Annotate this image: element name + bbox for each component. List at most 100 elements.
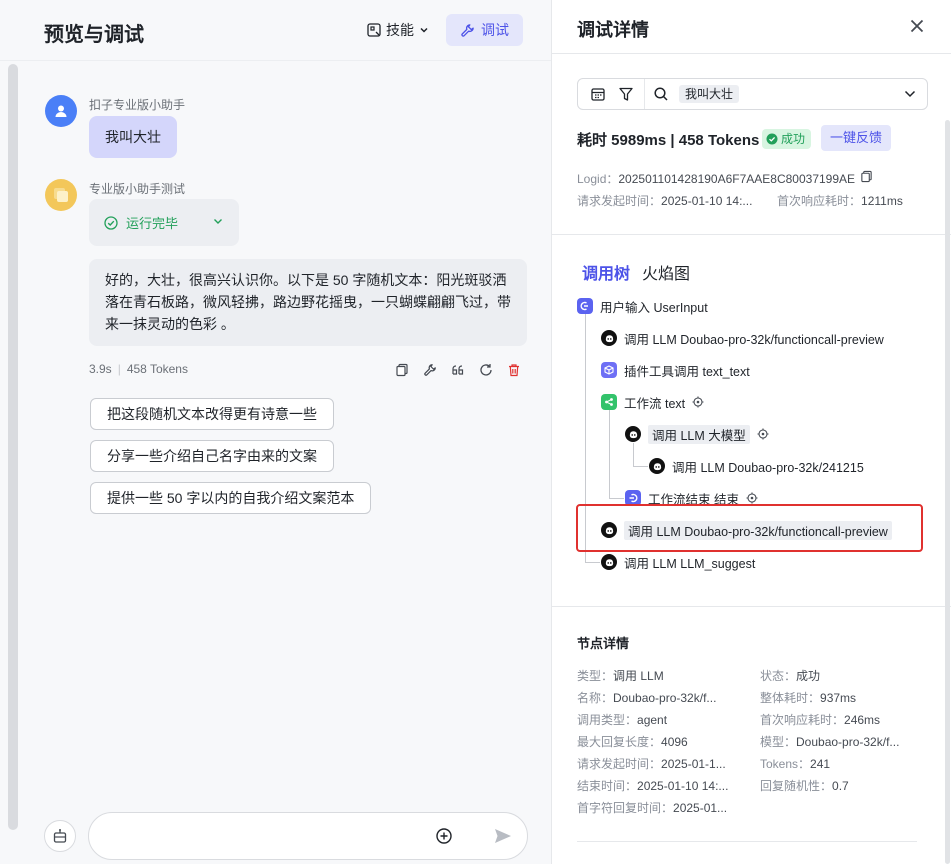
tree-connector <box>633 443 634 467</box>
quote-icon[interactable] <box>450 362 466 378</box>
status-badge: 成功 <box>762 129 812 149</box>
kv-first-response: 首次响应耗时：246ms <box>760 711 880 728</box>
suggestion-button[interactable]: 提供一些 50 字以内的自我介绍文案范本 <box>90 482 372 514</box>
user-icon <box>55 105 67 117</box>
detail-divider <box>577 841 917 842</box>
search-tag[interactable]: 我叫大壮 <box>679 85 740 103</box>
filter-icon[interactable] <box>618 86 634 102</box>
kv-value: 4096 <box>661 735 688 749</box>
meta-separator: | <box>117 362 121 376</box>
copy-icon[interactable] <box>860 170 873 183</box>
kv-randomness: 回复随机性：0.7 <box>760 777 849 794</box>
plugin-icon <box>601 362 617 378</box>
kv-status: 状态：成功 <box>760 667 820 684</box>
locate-icon[interactable] <box>692 396 704 408</box>
kv-value: 成功 <box>796 669 821 683</box>
tree-node[interactable]: 调用 LLM Doubao-pro-32k/functioncall-previ… <box>601 328 884 348</box>
bot-menu-button[interactable] <box>44 820 76 852</box>
locate-icon[interactable] <box>757 428 769 440</box>
tree-divider <box>552 606 951 607</box>
answer-meta: 3.9s | 458 Tokens <box>89 362 188 376</box>
locate-icon[interactable] <box>746 492 758 504</box>
copy-icon[interactable] <box>394 362 410 378</box>
check-circle-icon <box>104 215 118 230</box>
chevron-down-icon <box>420 27 428 33</box>
calendar-icon[interactable] <box>590 86 606 102</box>
answer-tokens: 458 Tokens <box>126 362 188 376</box>
kv-tokens: Tokens：241 <box>760 755 830 772</box>
llm-icon <box>601 554 617 570</box>
kv-label: 调用类型： <box>577 713 638 727</box>
app-root: 预览与调试 技能 调试 扣子专业版小助手 我叫大壮 专业版小助手测试 运行完毕 … <box>0 0 951 864</box>
preview-header: 预览与调试 技能 调试 <box>0 0 551 60</box>
suggestion-button[interactable]: 把这段随机文本改得更有诗意一些 <box>90 398 334 430</box>
kv-label: 结束时间： <box>577 779 638 793</box>
tree-node[interactable]: 调用 LLM LLM_suggest <box>601 552 755 572</box>
wrench-icon <box>461 23 474 37</box>
detail-scrollbar[interactable] <box>945 120 950 864</box>
tree-node-label: 调用 LLM Doubao-pro-32k/functioncall-previ… <box>624 332 884 347</box>
suggestion-button[interactable]: 分享一些介绍自己名字由来的文案 <box>90 440 334 472</box>
skill-label: 技能 <box>386 22 414 38</box>
kv-name: 名称：Doubao-pro-32k/f... <box>577 689 716 706</box>
first-response-row: 首次响应耗时：1211ms <box>777 192 903 209</box>
delete-icon[interactable] <box>506 362 522 378</box>
llm-icon <box>625 426 641 442</box>
chat-scrollbar[interactable] <box>8 64 18 830</box>
first-response-label: 首次响应耗时： <box>777 194 862 208</box>
regenerate-icon[interactable] <box>478 362 494 378</box>
request-time-label: 请求发起时间： <box>577 194 662 208</box>
kv-label: 模型： <box>760 735 797 749</box>
request-time-row: 请求发起时间：2025-01-10 14:... <box>577 192 752 209</box>
run-status-card[interactable]: 运行完毕 <box>89 199 239 246</box>
send-icon[interactable] <box>493 826 513 846</box>
kv-label: 最大回复长度： <box>577 735 662 749</box>
kv-total-time: 整体耗时：937ms <box>760 689 856 706</box>
chevron-down-icon <box>214 219 222 224</box>
tree-node[interactable]: 调用 LLM 大模型 <box>625 424 769 444</box>
kv-model: 模型：Doubao-pro-32k/f... <box>760 733 899 750</box>
selected-node-highlight <box>576 504 923 552</box>
bot-avatar <box>45 179 77 211</box>
tab-call-tree[interactable]: 调用树 <box>582 260 630 284</box>
tab-flame-graph[interactable]: 火焰图 <box>642 260 690 284</box>
kv-value: Doubao-pro-32k/f... <box>796 735 900 749</box>
bot-logo-icon <box>54 188 68 202</box>
tree-connector <box>585 562 600 563</box>
kv-value: 937ms <box>820 691 857 705</box>
kv-value: Doubao-pro-32k/f... <box>613 691 717 705</box>
chevron-down-icon[interactable] <box>903 87 917 101</box>
debug-button[interactable]: 调试 <box>446 14 523 46</box>
tree-node-label: 工作流 text <box>624 396 686 411</box>
tree-node-label: 调用 LLM LLM_suggest <box>624 556 756 571</box>
tree-connector <box>609 410 610 499</box>
close-icon[interactable] <box>908 17 926 35</box>
kv-value: 246ms <box>844 713 881 727</box>
view-tabs: 调用树 火焰图 <box>582 260 690 284</box>
kv-label: 名称： <box>577 691 614 705</box>
chat-input[interactable] <box>105 825 425 849</box>
skill-button[interactable]: 技能 <box>366 18 430 42</box>
tree-node-label: 插件工具调用 text_text <box>624 364 750 379</box>
logid-label: Logid： <box>577 172 619 186</box>
debug-detail-panel: 调试详情 我叫大壮 耗时 5989ms | 458 Tokens 成功 一键反馈… <box>551 0 951 864</box>
preview-panel: 预览与调试 技能 调试 扣子专业版小助手 我叫大壮 专业版小助手测试 运行完毕 … <box>0 0 551 864</box>
add-circle-icon[interactable] <box>435 827 453 845</box>
kv-label: 请求发起时间： <box>577 757 662 771</box>
debug-wrench-icon[interactable] <box>422 362 438 378</box>
kv-value: 2025-01-10 14:... <box>637 779 729 793</box>
tree-node[interactable]: 工作流 text <box>601 392 704 412</box>
request-time-value: 2025-01-10 14:... <box>661 194 753 208</box>
kv-label: Tokens： <box>760 757 811 771</box>
llm-icon <box>601 330 617 346</box>
kv-call-type: 调用类型：agent <box>577 711 667 728</box>
llm-icon <box>649 458 665 474</box>
search-icon <box>654 87 668 101</box>
page-title: 预览与调试 <box>44 24 144 46</box>
tree-node[interactable]: 用户输入 UserInput <box>577 296 708 316</box>
feedback-button[interactable]: 一键反馈 <box>821 125 891 151</box>
tree-node[interactable]: 调用 LLM Doubao-pro-32k/241215 <box>649 456 864 476</box>
tree-connector <box>633 466 648 467</box>
tree-node[interactable]: 插件工具调用 text_text <box>601 360 750 380</box>
kv-value: agent <box>637 713 668 727</box>
